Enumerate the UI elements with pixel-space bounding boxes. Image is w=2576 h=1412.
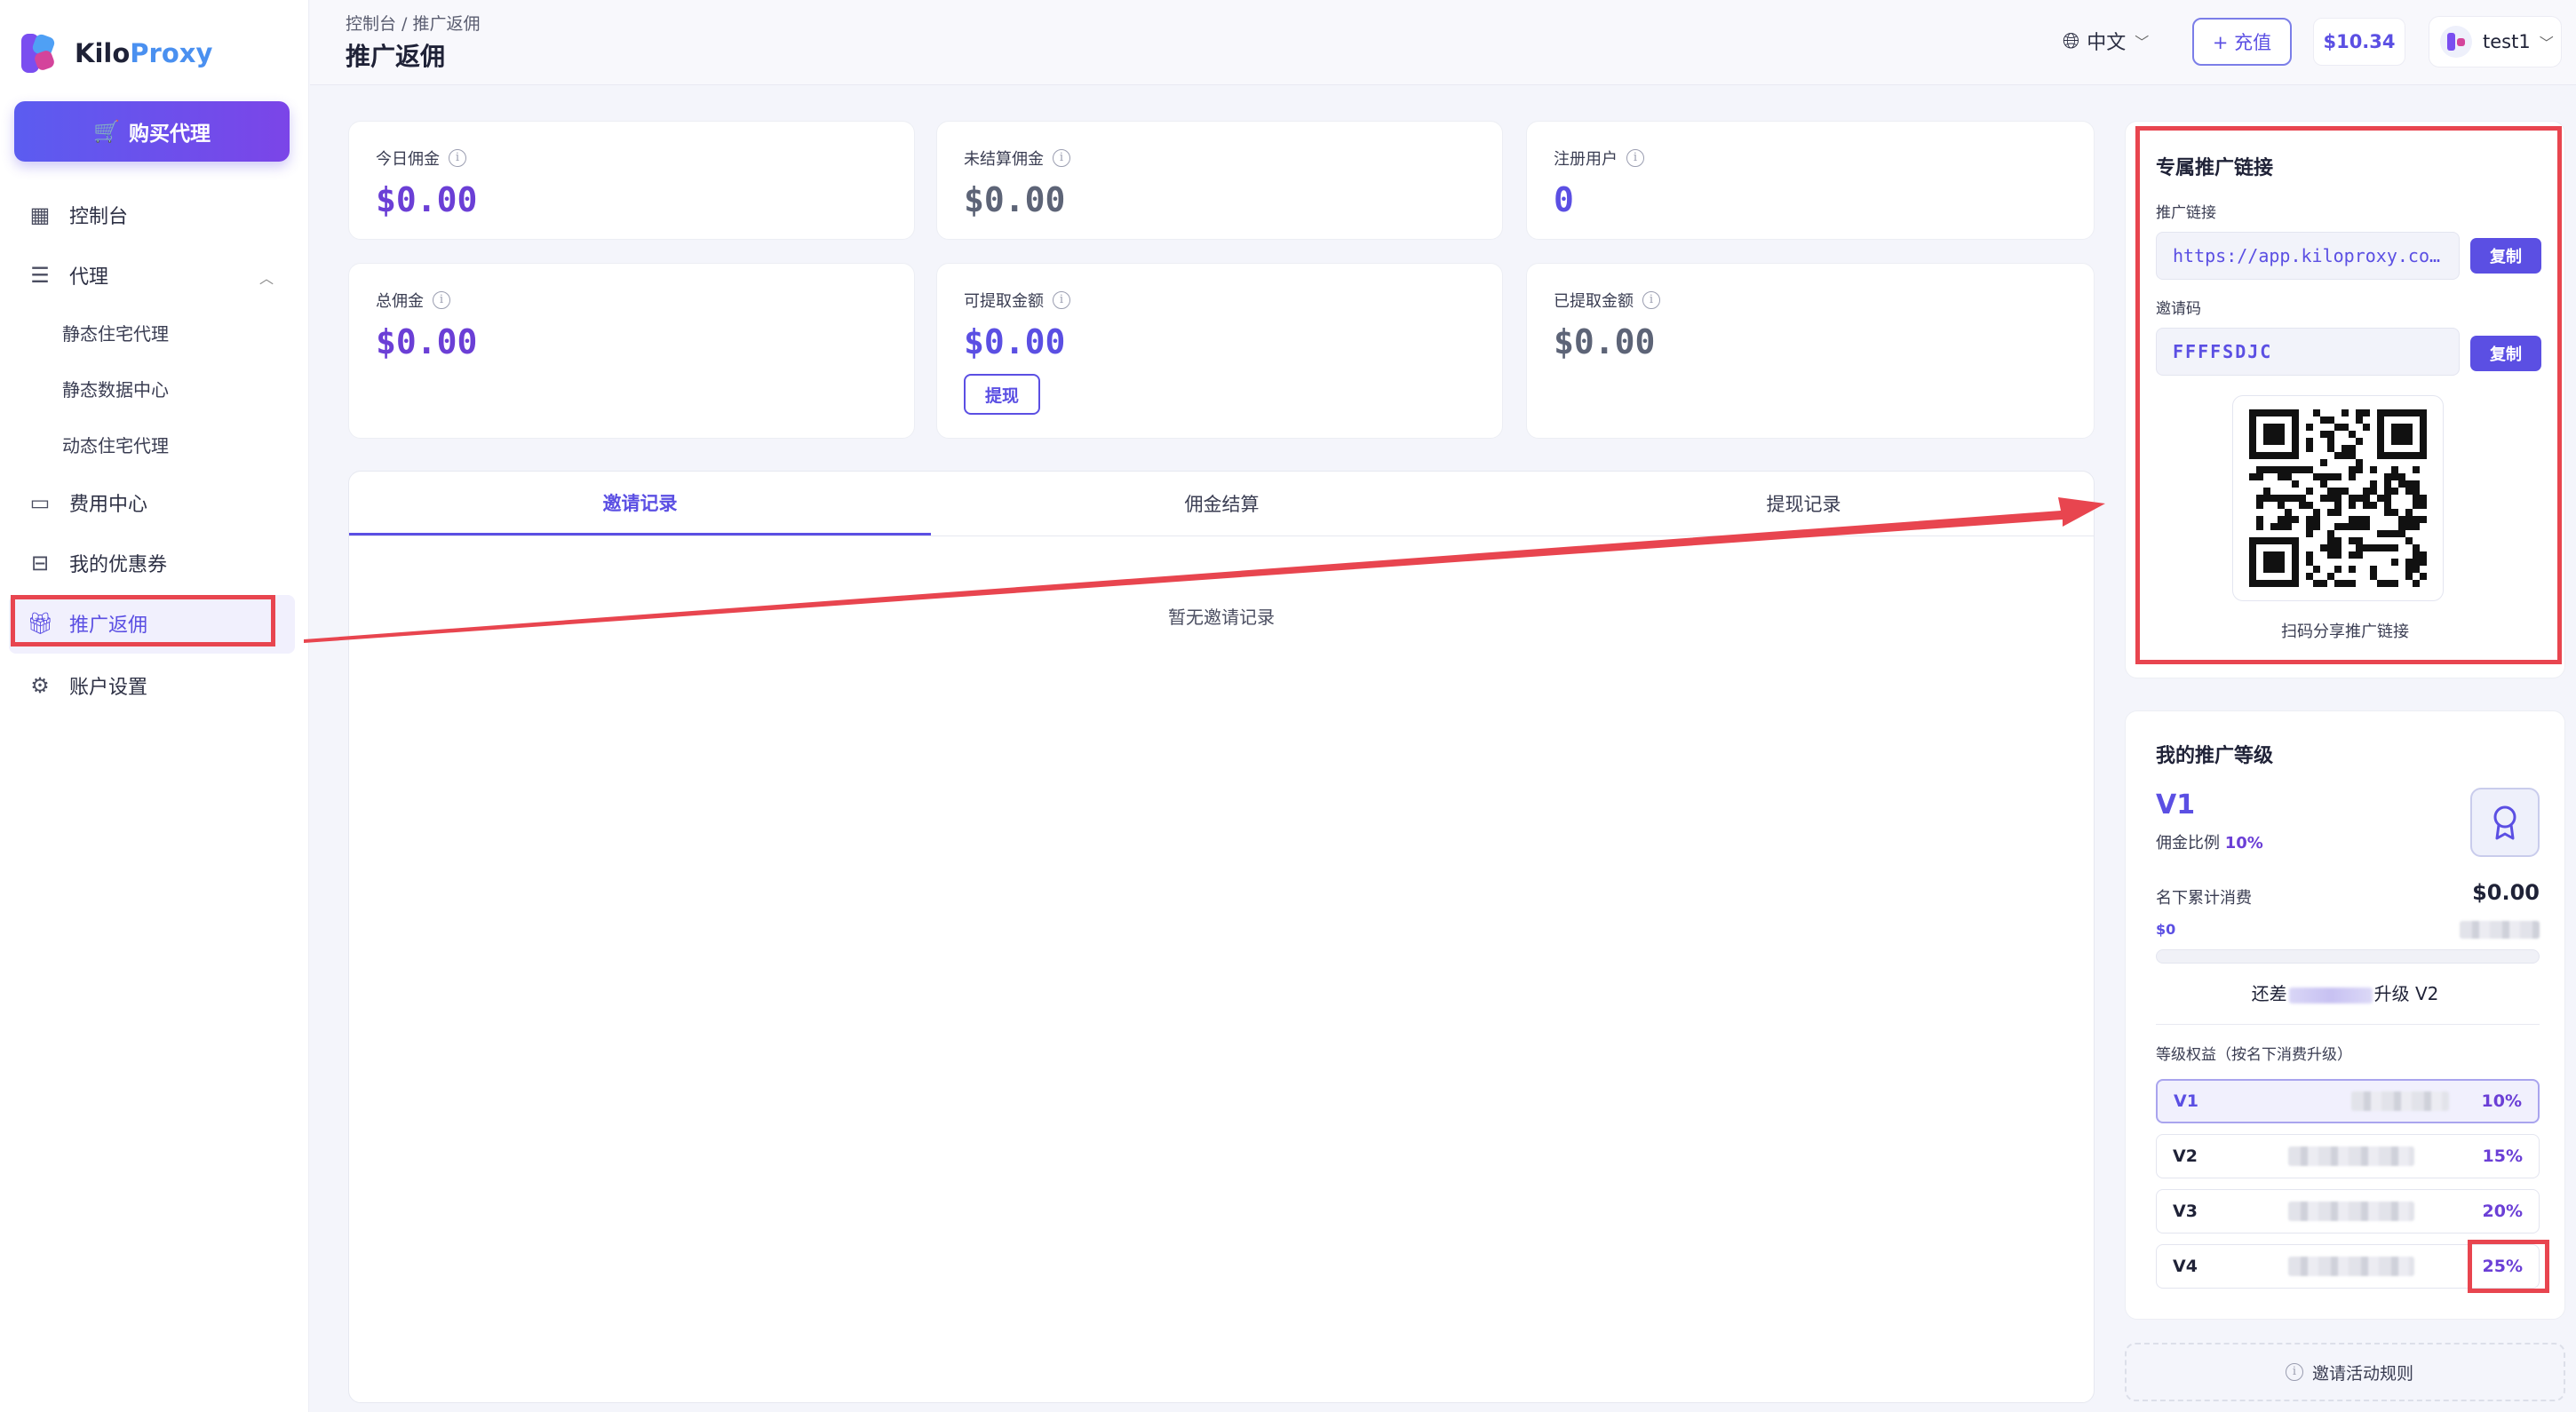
annotation-arrow [304,497,2105,643]
